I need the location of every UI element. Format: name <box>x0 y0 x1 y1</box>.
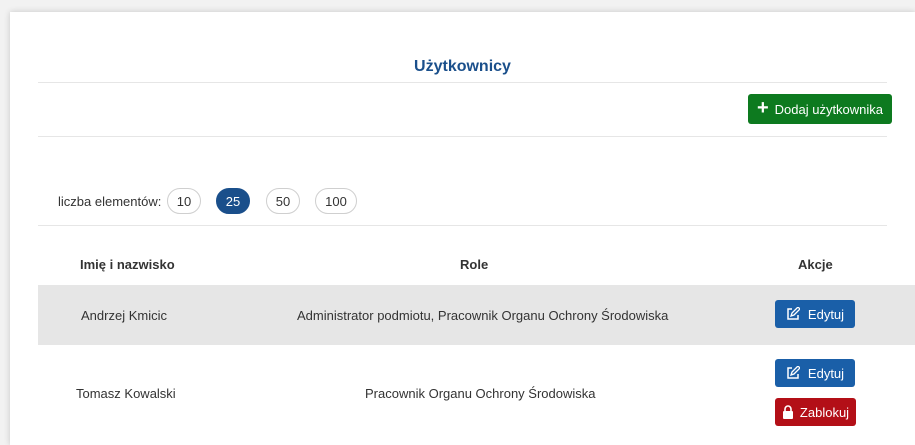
edit-button[interactable]: Edytuj <box>775 359 855 387</box>
edit-label: Edytuj <box>807 306 845 322</box>
column-header-actions: Akcje <box>798 257 833 272</box>
block-button[interactable]: Zablokuj <box>775 398 856 426</box>
divider <box>38 136 887 137</box>
add-user-label: Dodaj użytkownika <box>774 101 884 117</box>
user-roles: Administrator podmiotu, Pracownik Organu… <box>297 308 669 323</box>
divider <box>38 225 887 226</box>
user-name: Tomasz Kowalski <box>76 386 176 401</box>
column-header-roles: Role <box>460 257 489 272</box>
page-size-option-50[interactable]: 50 <box>266 188 300 214</box>
edit-button[interactable]: Edytuj <box>775 300 855 328</box>
page-title: Użytkownicy <box>414 58 511 75</box>
page-size-option-10[interactable]: 10 <box>167 188 201 214</box>
page-size-option-25[interactable]: 25 <box>216 188 250 214</box>
block-label: Zablokuj <box>799 404 850 420</box>
user-roles: Pracownik Organu Ochrony Środowiska <box>365 386 596 401</box>
user-name: Andrzej Kmicic <box>81 308 167 323</box>
edit-icon <box>786 307 800 321</box>
page-size-label: liczba elementów: <box>58 194 162 209</box>
edit-icon <box>786 366 800 380</box>
add-user-button[interactable]: + Dodaj użytkownika <box>748 94 892 124</box>
divider <box>38 82 887 83</box>
page-size-option-100[interactable]: 100 <box>315 188 357 214</box>
lock-icon <box>782 405 794 419</box>
plus-icon: + <box>756 97 769 119</box>
users-panel: Użytkownicy + Dodaj użytkownika liczba e… <box>10 12 915 445</box>
edit-label: Edytuj <box>807 365 845 381</box>
column-header-name: Imię i nazwisko <box>80 257 175 272</box>
